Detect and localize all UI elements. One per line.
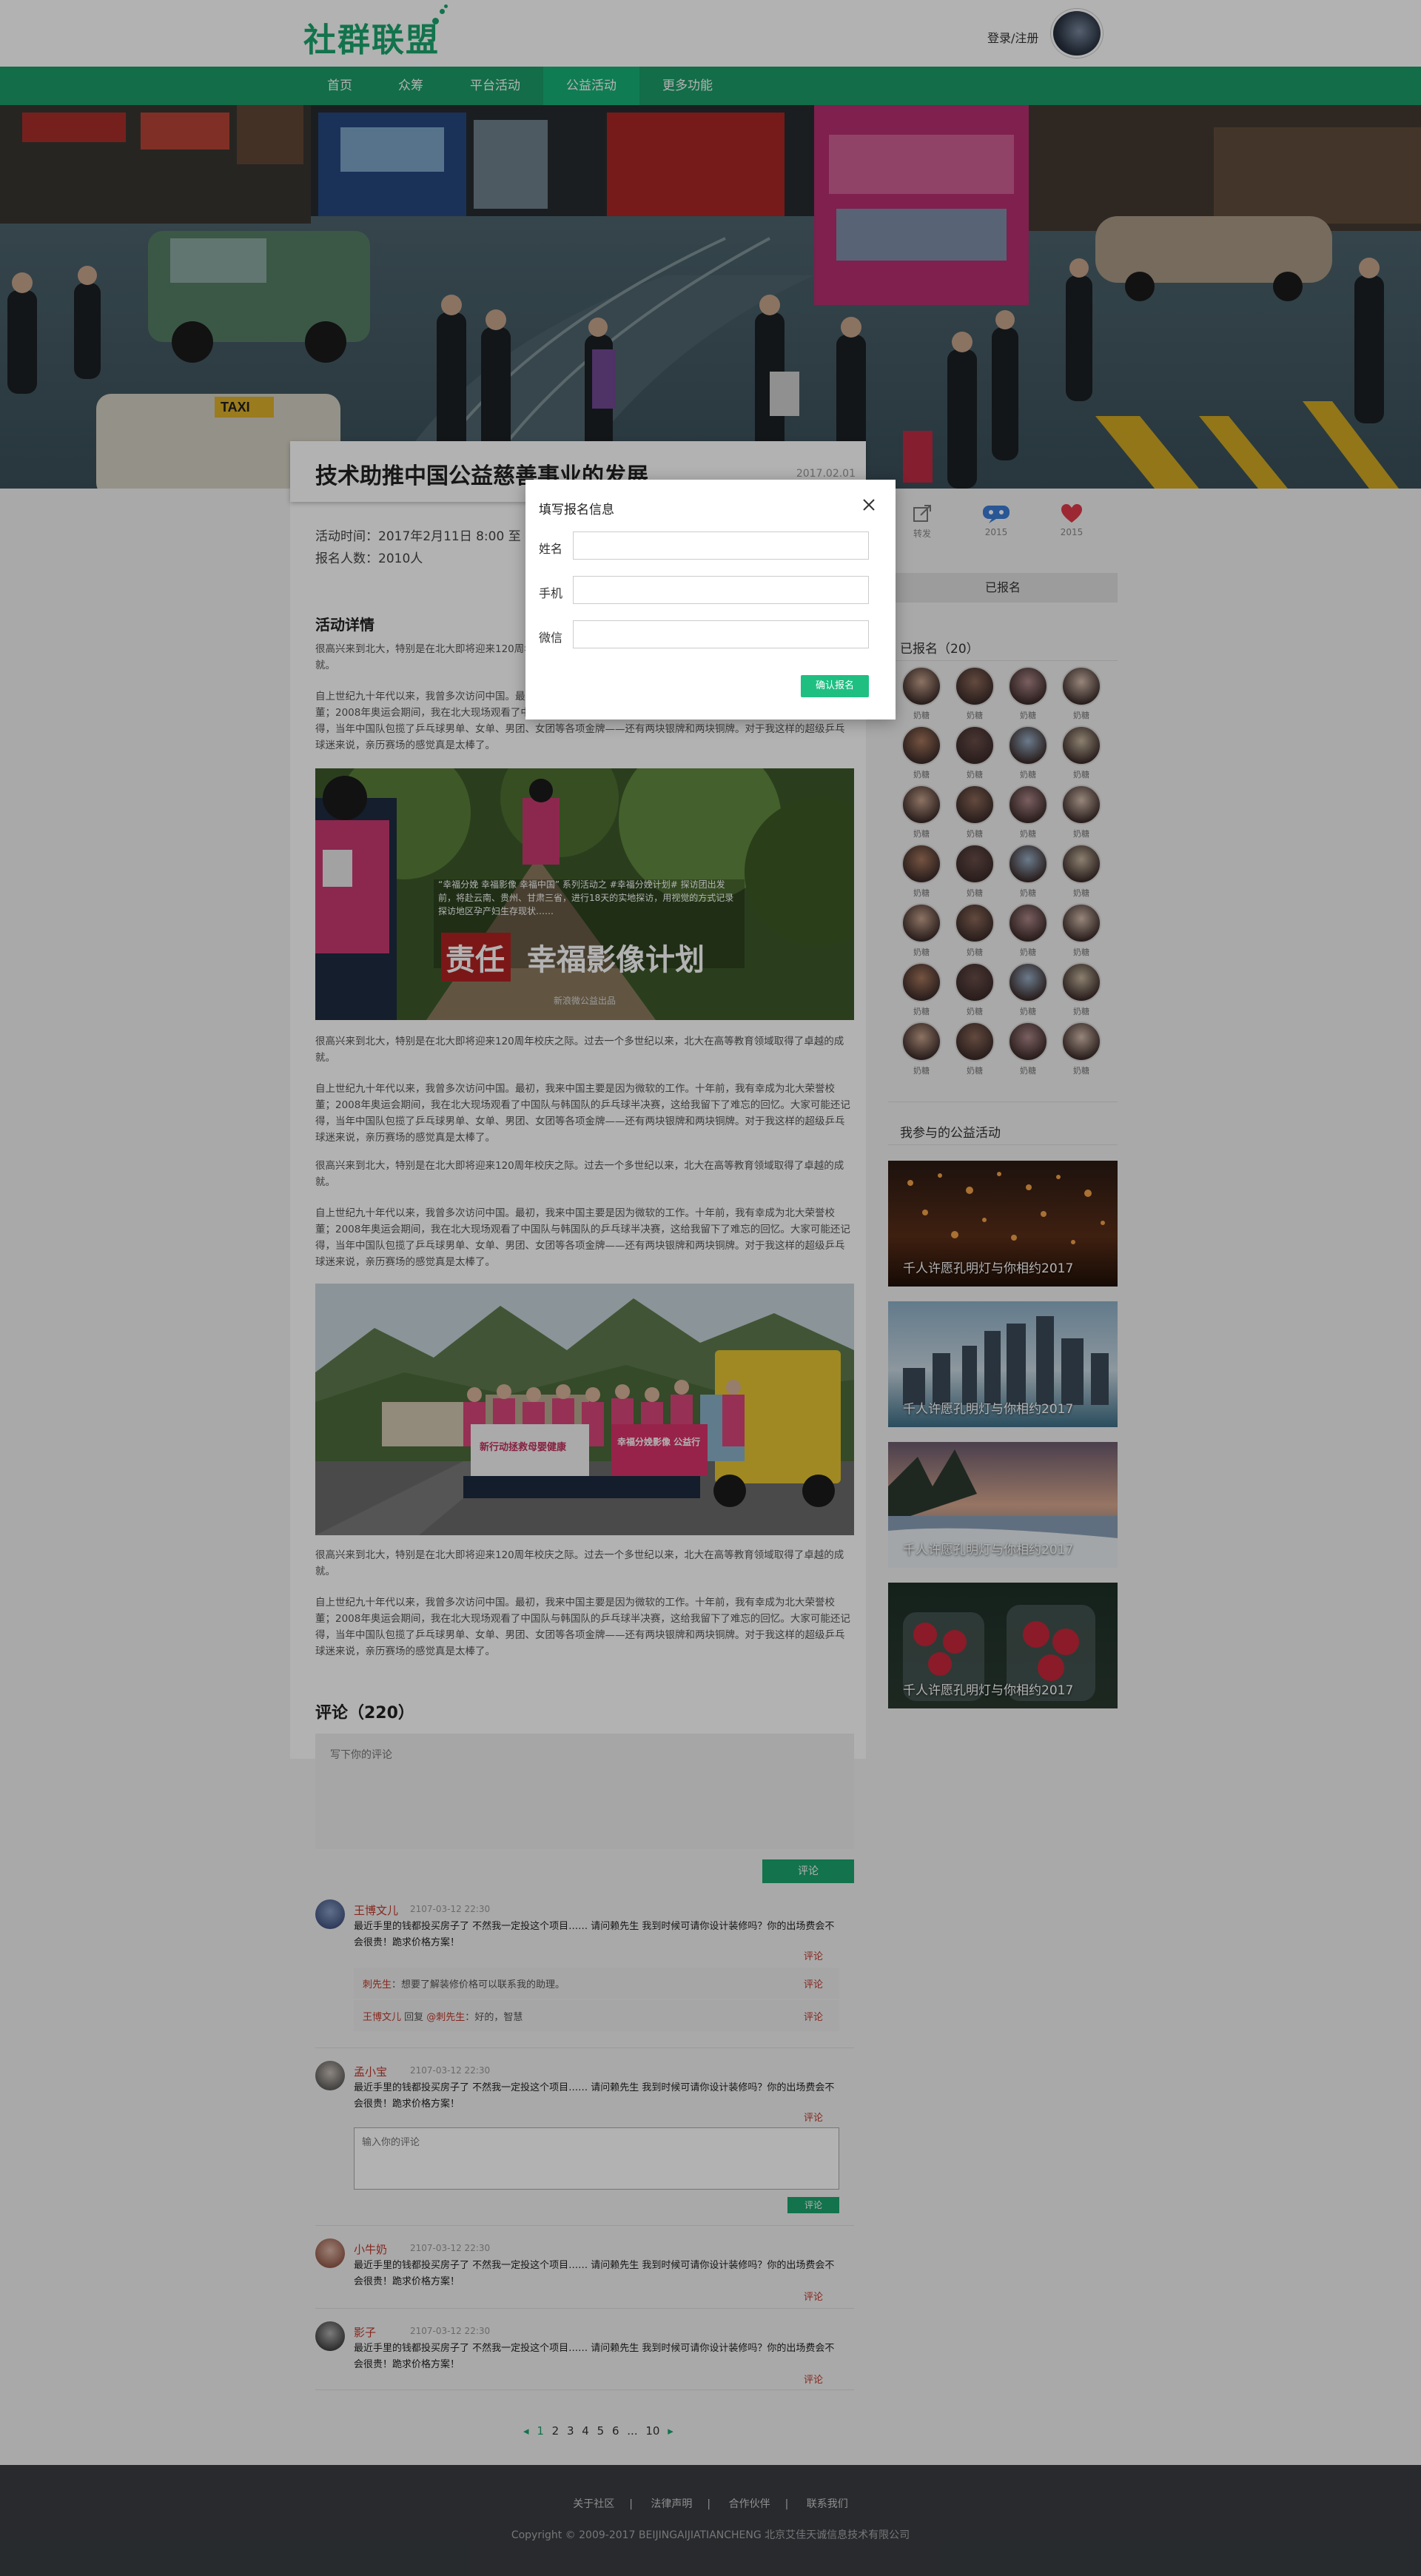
modal-title: 填写报名信息 bbox=[539, 503, 614, 517]
signup-modal: 填写报名信息 姓名 手机 微信 确认报名 bbox=[525, 480, 896, 720]
name-field[interactable] bbox=[573, 531, 869, 560]
field-label: 手机 bbox=[539, 586, 563, 600]
field-label: 姓名 bbox=[539, 542, 563, 556]
page: 社群联盟 登录/注册 首页 众筹 平台活动 公益活动 更多功能 全部▼ bbox=[0, 0, 1421, 2576]
confirm-signup-button[interactable]: 确认报名 bbox=[801, 675, 869, 697]
wechat-field[interactable] bbox=[573, 620, 869, 648]
field-label: 微信 bbox=[539, 631, 563, 645]
modal-backdrop[interactable] bbox=[0, 0, 1421, 2576]
close-icon[interactable] bbox=[860, 496, 878, 514]
phone-field[interactable] bbox=[573, 576, 869, 604]
